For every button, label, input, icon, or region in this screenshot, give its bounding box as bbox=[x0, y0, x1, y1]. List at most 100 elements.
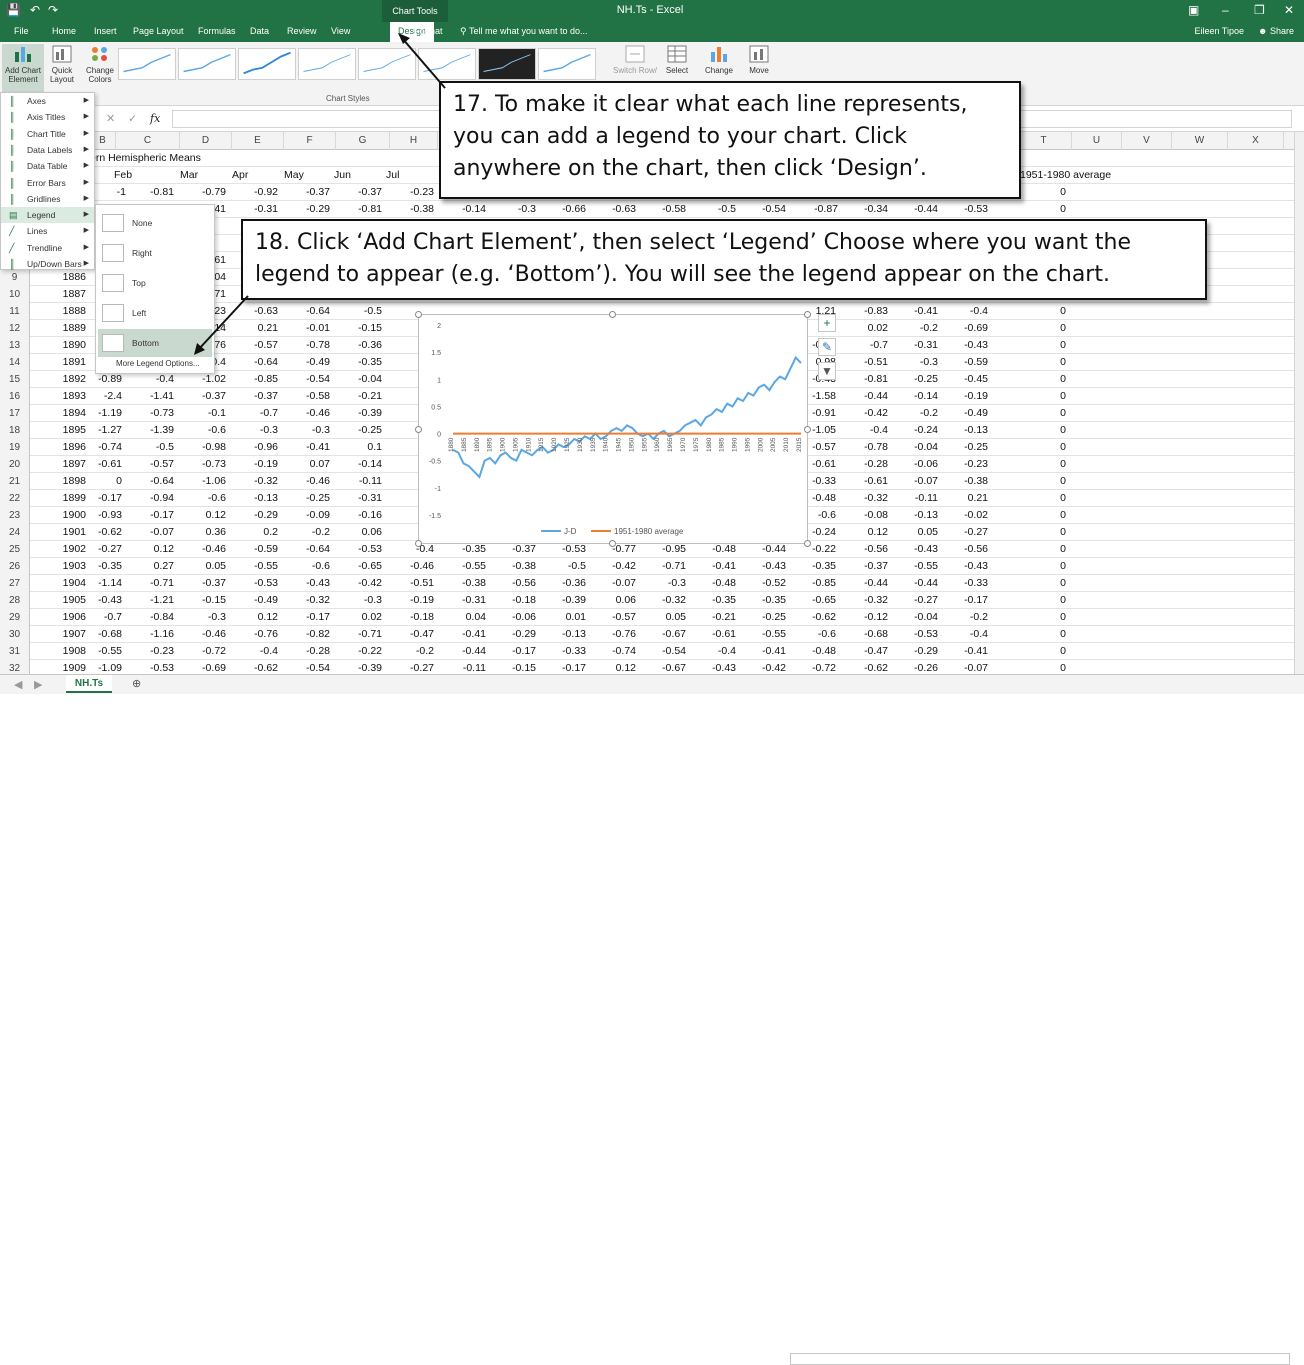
menu-item-axes[interactable]: ║ Axes ▶ bbox=[1, 93, 94, 109]
cell[interactable]: -0.41 bbox=[942, 643, 992, 660]
cell[interactable]: -0.3 bbox=[490, 201, 540, 218]
row-header[interactable]: 10 bbox=[0, 286, 30, 303]
cell[interactable]: -0.54 bbox=[740, 201, 790, 218]
cell[interactable]: -0.55 bbox=[76, 643, 126, 660]
menu-item-up-down-bars[interactable]: ║ Up/Down Bars ▶ bbox=[1, 256, 94, 272]
cell[interactable]: -0.2 bbox=[892, 320, 942, 337]
tab-data[interactable]: Data bbox=[250, 26, 269, 36]
row-header[interactable]: 27 bbox=[0, 575, 30, 592]
cell[interactable]: -0.54 bbox=[284, 371, 334, 388]
cell[interactable]: -0.55 bbox=[740, 626, 790, 643]
cell[interactable]: -0.06 bbox=[892, 456, 942, 473]
cell[interactable]: -0.14 bbox=[336, 456, 386, 473]
more-legend-options[interactable]: More Legend Options... bbox=[116, 359, 200, 368]
row-header[interactable]: 26 bbox=[0, 558, 30, 575]
cell[interactable]: 0 bbox=[1040, 592, 1070, 609]
cell[interactable]: -0.74 bbox=[590, 643, 640, 660]
cell[interactable]: -0.64 bbox=[284, 541, 334, 558]
cell[interactable]: -0.28 bbox=[284, 643, 334, 660]
cell[interactable]: -0.04 bbox=[336, 371, 386, 388]
restore-icon[interactable]: ❐ bbox=[1254, 3, 1265, 17]
cell-month-header[interactable]: Jun bbox=[330, 167, 380, 184]
redo-icon[interactable]: ↷ bbox=[48, 3, 58, 17]
cell[interactable]: -0.62 bbox=[232, 660, 282, 674]
cell[interactable]: -0.81 bbox=[336, 201, 386, 218]
cell[interactable]: -1.06 bbox=[180, 473, 230, 490]
cell[interactable]: -0.25 bbox=[942, 439, 992, 456]
cell[interactable]: -0.38 bbox=[440, 575, 490, 592]
menu-item-data-labels[interactable]: ║ Data Labels ▶ bbox=[1, 142, 94, 158]
cell[interactable]: -0.72 bbox=[790, 660, 840, 674]
add-chart-element-button[interactable]: Add Chart Element bbox=[2, 44, 44, 92]
cell[interactable]: -0.42 bbox=[590, 558, 640, 575]
cell[interactable]: -0.11 bbox=[440, 660, 490, 674]
cell[interactable]: -0.71 bbox=[128, 575, 178, 592]
cell[interactable]: -0.29 bbox=[892, 643, 942, 660]
cell[interactable]: -0.23 bbox=[128, 643, 178, 660]
cell[interactable]: -0.37 bbox=[842, 558, 892, 575]
cell[interactable]: -0.4 bbox=[842, 422, 892, 439]
cell[interactable]: -0.71 bbox=[640, 558, 690, 575]
cell[interactable]: -1.16 bbox=[128, 626, 178, 643]
column-header-c[interactable]: C bbox=[116, 132, 180, 150]
menu-item-axis-titles[interactable]: ║ Axis Titles ▶ bbox=[1, 109, 94, 125]
cell[interactable]: -0.31 bbox=[892, 337, 942, 354]
legend-left-option[interactable]: Left bbox=[98, 299, 212, 327]
cell[interactable]: 0 bbox=[1040, 184, 1070, 201]
cell[interactable]: -1.14 bbox=[76, 575, 126, 592]
cell[interactable]: -0.55 bbox=[232, 558, 282, 575]
cell[interactable]: 0.12 bbox=[128, 541, 178, 558]
cell[interactable]: -0.64 bbox=[128, 473, 178, 490]
cell[interactable]: -0.15 bbox=[490, 660, 540, 674]
cell[interactable]: 0 bbox=[76, 473, 126, 490]
cell[interactable]: -2.4 bbox=[76, 388, 126, 405]
cell[interactable]: -0.41 bbox=[440, 626, 490, 643]
cell[interactable]: -0.92 bbox=[232, 184, 282, 201]
cell[interactable]: -0.53 bbox=[232, 575, 282, 592]
cell[interactable]: 0 bbox=[1040, 660, 1070, 674]
cell[interactable]: -0.61 bbox=[842, 473, 892, 490]
cell[interactable]: -0.81 bbox=[842, 371, 892, 388]
cell[interactable]: -0.11 bbox=[336, 473, 386, 490]
cell-month-header[interactable]: May bbox=[280, 167, 330, 184]
cell[interactable]: -0.49 bbox=[942, 405, 992, 422]
cell[interactable]: -0.1 bbox=[180, 405, 230, 422]
share-button[interactable]: ☻ Share bbox=[1258, 26, 1294, 36]
cell[interactable]: 0 bbox=[1040, 524, 1070, 541]
cell[interactable]: -0.78 bbox=[842, 439, 892, 456]
resize-handle[interactable] bbox=[609, 311, 616, 318]
cell[interactable]: -0.38 bbox=[388, 201, 438, 218]
cell[interactable]: 0 bbox=[1040, 371, 1070, 388]
quick-layout-button[interactable]: Quick Layout bbox=[46, 44, 78, 84]
cell[interactable]: -0.35 bbox=[76, 558, 126, 575]
tab-insert[interactable]: Insert bbox=[94, 26, 117, 36]
cell[interactable]: 0 bbox=[1040, 354, 1070, 371]
legend-bottom-option[interactable]: Bottom bbox=[98, 329, 212, 357]
cell[interactable]: -0.33 bbox=[540, 643, 590, 660]
cell[interactable]: -0.24 bbox=[892, 422, 942, 439]
cell[interactable]: -0.25 bbox=[336, 422, 386, 439]
cell[interactable]: 0 bbox=[1040, 405, 1070, 422]
cell[interactable]: -0.48 bbox=[690, 575, 740, 592]
cell[interactable]: -0.19 bbox=[232, 456, 282, 473]
cell[interactable]: -0.47 bbox=[842, 643, 892, 660]
column-header-u[interactable]: U bbox=[1072, 132, 1122, 150]
cell[interactable]: -0.76 bbox=[590, 626, 640, 643]
cell[interactable]: 0 bbox=[1040, 473, 1070, 490]
cell[interactable]: -0.37 bbox=[180, 388, 230, 405]
cell[interactable]: -0.57 bbox=[590, 609, 640, 626]
cell[interactable]: -0.11 bbox=[892, 490, 942, 507]
cell[interactable]: -0.53 bbox=[128, 660, 178, 674]
cell[interactable]: -0.83 bbox=[842, 303, 892, 320]
cell[interactable]: -0.15 bbox=[180, 592, 230, 609]
cell[interactable]: -0.61 bbox=[690, 626, 740, 643]
cell[interactable]: -0.35 bbox=[690, 592, 740, 609]
cell[interactable]: -0.49 bbox=[232, 592, 282, 609]
cell[interactable]: 0 bbox=[1040, 320, 1070, 337]
menu-item-chart-title[interactable]: ║ Chart Title ▶ bbox=[1, 126, 94, 142]
cell[interactable]: -0.39 bbox=[540, 592, 590, 609]
cell[interactable]: -0.85 bbox=[232, 371, 282, 388]
cell[interactable]: -0.73 bbox=[180, 456, 230, 473]
row-header[interactable]: 11 bbox=[0, 303, 30, 320]
cell[interactable]: -0.23 bbox=[942, 456, 992, 473]
